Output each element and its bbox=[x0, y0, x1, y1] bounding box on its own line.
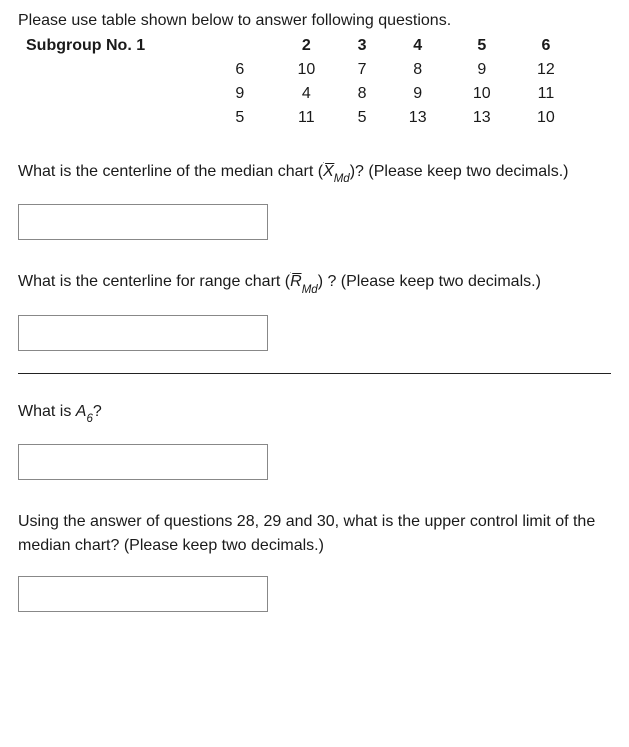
cell: 9 bbox=[450, 58, 514, 82]
header-cell: 4 bbox=[386, 34, 450, 58]
cell: 7 bbox=[338, 58, 385, 82]
cell: 12 bbox=[514, 58, 578, 82]
table-row: 5 11 5 13 13 10 bbox=[18, 106, 578, 130]
cell: 13 bbox=[386, 106, 450, 130]
cell: 10 bbox=[450, 82, 514, 106]
question-3-text: What is A6? bbox=[18, 400, 611, 426]
cell: 11 bbox=[514, 82, 578, 106]
cell: 6 bbox=[18, 58, 274, 82]
section-divider bbox=[18, 373, 611, 374]
header-cell: 5 bbox=[450, 34, 514, 58]
cell: 9 bbox=[18, 82, 274, 106]
data-table: Subgroup No. 1 2 3 4 5 6 6 10 7 8 9 12 9… bbox=[18, 34, 611, 130]
header-cell: 2 bbox=[274, 34, 338, 58]
cell: 10 bbox=[274, 58, 338, 82]
header-label: Subgroup No. 1 bbox=[18, 34, 274, 58]
table-row: 6 10 7 8 9 12 bbox=[18, 58, 578, 82]
header-cell: 6 bbox=[514, 34, 578, 58]
cell: 9 bbox=[386, 82, 450, 106]
answer-input-3[interactable] bbox=[18, 444, 268, 480]
question-4-text: Using the answer of questions 28, 29 and… bbox=[18, 510, 611, 558]
cell: 8 bbox=[338, 82, 385, 106]
cell: 10 bbox=[514, 106, 578, 130]
cell: 13 bbox=[450, 106, 514, 130]
answer-input-2[interactable] bbox=[18, 315, 268, 351]
table-header-row: Subgroup No. 1 2 3 4 5 6 bbox=[18, 34, 578, 58]
question-2-text: What is the centerline for range chart (… bbox=[18, 270, 611, 296]
question-1-text: What is the centerline of the median cha… bbox=[18, 160, 611, 186]
answer-input-4[interactable] bbox=[18, 576, 268, 612]
cell: 8 bbox=[386, 58, 450, 82]
cell: 5 bbox=[338, 106, 385, 130]
table-row: 9 4 8 9 10 11 bbox=[18, 82, 578, 106]
cell: 11 bbox=[274, 106, 338, 130]
intro-text: Please use table shown below to answer f… bbox=[18, 12, 611, 30]
answer-input-1[interactable] bbox=[18, 204, 268, 240]
cell: 5 bbox=[18, 106, 274, 130]
header-cell: 3 bbox=[338, 34, 385, 58]
cell: 4 bbox=[274, 82, 338, 106]
